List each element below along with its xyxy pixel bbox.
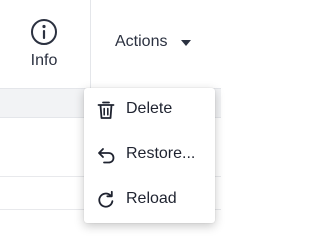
menu-item-label: Delete — [126, 100, 173, 117]
reload-icon — [98, 190, 114, 208]
actions-menu: Delete Restore... Reload — [84, 88, 215, 223]
undo-arrow-icon — [98, 148, 115, 164]
actions-label: Actions — [115, 33, 168, 50]
actions-dropdown-button[interactable]: Actions — [91, 0, 221, 88]
toolbar: Info Actions — [0, 0, 221, 89]
caret-down-icon — [181, 40, 191, 46]
menu-item-restore[interactable]: Restore... — [84, 135, 215, 175]
menu-item-label: Restore... — [126, 145, 196, 162]
info-label: Info — [30, 52, 58, 69]
trash-icon — [97, 101, 115, 119]
info-button[interactable]: Info — [0, 0, 91, 88]
menu-item-label: Reload — [126, 190, 177, 207]
menu-item-delete[interactable]: Delete — [84, 90, 215, 130]
menu-item-reload[interactable]: Reload — [84, 180, 215, 220]
info-circle-icon — [31, 19, 57, 45]
